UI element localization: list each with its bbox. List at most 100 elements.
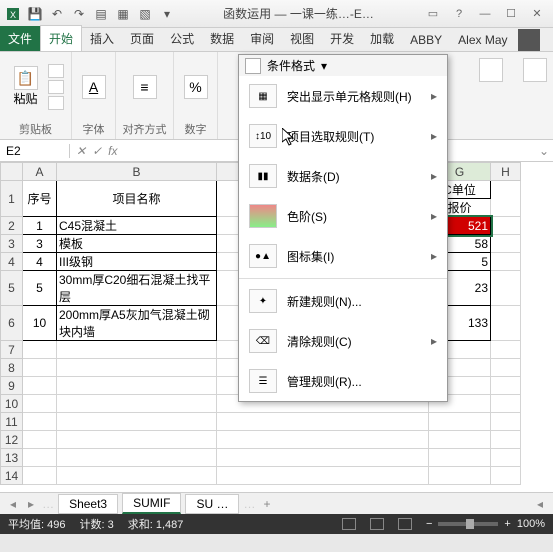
find-button[interactable]	[523, 58, 547, 82]
cell[interactable]	[23, 449, 57, 467]
row-header[interactable]: 3	[1, 235, 23, 253]
help-icon[interactable]: ?	[447, 5, 471, 23]
row-header[interactable]: 9	[1, 377, 23, 395]
cf-new-rule[interactable]: ✦ 新建规则(N)...	[239, 281, 447, 321]
cell[interactable]	[491, 449, 521, 467]
cell[interactable]	[217, 449, 429, 467]
sheet-tab[interactable]: Sheet3	[58, 494, 118, 514]
cell[interactable]	[217, 467, 429, 485]
cell[interactable]	[491, 253, 521, 271]
cell[interactable]	[429, 449, 491, 467]
cell[interactable]	[57, 467, 217, 485]
redo-icon[interactable]: ↷	[70, 5, 88, 23]
new-sheet-button[interactable]: +	[259, 497, 274, 511]
align-button[interactable]: ≡	[127, 75, 163, 99]
expand-formula-bar-icon[interactable]: ⌄	[539, 144, 549, 158]
cell[interactable]: 1	[23, 217, 57, 235]
cell[interactable]	[491, 431, 521, 449]
cell[interactable]	[57, 395, 217, 413]
enter-icon[interactable]: ✓	[92, 144, 102, 158]
cell[interactable]	[57, 341, 217, 359]
cell[interactable]	[217, 413, 429, 431]
cell[interactable]: C45混凝土	[57, 217, 217, 235]
cell[interactable]	[429, 413, 491, 431]
zoom-out-icon[interactable]: −	[426, 518, 432, 530]
tab-home[interactable]: 开始	[40, 25, 82, 51]
copy-icon[interactable]	[48, 80, 64, 94]
styles-button[interactable]	[479, 58, 503, 82]
cell[interactable]	[429, 467, 491, 485]
paste-button[interactable]: 📋 粘贴	[8, 66, 44, 107]
maximize-icon[interactable]: ☐	[499, 5, 523, 23]
tab-data[interactable]: 数据	[202, 26, 242, 51]
tab-formulas[interactable]: 公式	[162, 26, 202, 51]
cf-top-bottom-rules[interactable]: ↕10 项目选取规则(T) ▸	[239, 116, 447, 156]
cell[interactable]	[491, 467, 521, 485]
cell[interactable]	[23, 413, 57, 431]
col-header[interactable]: H	[491, 163, 521, 181]
cell[interactable]	[23, 377, 57, 395]
cell[interactable]	[57, 359, 217, 377]
qat-btn[interactable]: ▧	[136, 5, 154, 23]
cell[interactable]: 30mm厚C20细石混凝土找平层	[57, 271, 217, 306]
cf-highlight-rules[interactable]: ▦ 突出显示单元格规则(H) ▸	[239, 76, 447, 116]
number-button[interactable]: %	[178, 75, 214, 99]
excel-icon[interactable]: X	[4, 5, 22, 23]
sheet-tab[interactable]: SU …	[185, 494, 239, 514]
minimize-icon[interactable]: —	[473, 5, 497, 23]
zoom-slider[interactable]	[438, 522, 498, 526]
tab-insert[interactable]: 插入	[82, 26, 122, 51]
cell[interactable]	[491, 377, 521, 395]
fx-icon[interactable]: fx	[108, 144, 117, 158]
tab-nav-prev[interactable]: ◂	[6, 497, 20, 511]
cell[interactable]	[491, 413, 521, 431]
qat-btn[interactable]: ▦	[114, 5, 132, 23]
zoom-in-icon[interactable]: +	[504, 518, 510, 530]
normal-view-icon[interactable]	[342, 518, 356, 530]
cell[interactable]: 10	[23, 306, 57, 341]
save-icon[interactable]: 💾	[26, 5, 44, 23]
row-header[interactable]: 7	[1, 341, 23, 359]
cancel-icon[interactable]: ✕	[76, 144, 86, 158]
row-header[interactable]: 1	[1, 181, 23, 217]
row-header[interactable]: 10	[1, 395, 23, 413]
tab-page[interactable]: 页面	[122, 26, 162, 51]
row-header[interactable]: 2	[1, 217, 23, 235]
cell[interactable]: 模板	[57, 235, 217, 253]
cell[interactable]: 5	[23, 271, 57, 306]
sheet-tab[interactable]: SUMIF	[122, 493, 181, 514]
row-header[interactable]: 8	[1, 359, 23, 377]
cf-clear-rules[interactable]: ⌫ 清除规则(C) ▸	[239, 321, 447, 361]
cell[interactable]	[57, 413, 217, 431]
cell[interactable]: III级钢	[57, 253, 217, 271]
cut-icon[interactable]	[48, 64, 64, 78]
cell[interactable]	[491, 181, 521, 217]
page-break-view-icon[interactable]	[398, 518, 412, 530]
cell[interactable]	[57, 377, 217, 395]
ribbon-options-icon[interactable]: ▭	[421, 5, 445, 23]
row-header[interactable]: 4	[1, 253, 23, 271]
cell[interactable]: 项目名称	[57, 181, 217, 217]
tab-addins[interactable]: 加载	[362, 26, 402, 51]
cell[interactable]	[429, 431, 491, 449]
cf-color-scales[interactable]: 色阶(S) ▸	[239, 196, 447, 236]
cell[interactable]: 序号	[23, 181, 57, 217]
font-button[interactable]: A	[76, 75, 112, 99]
zoom-level[interactable]: 100%	[517, 518, 545, 530]
col-header[interactable]: B	[57, 163, 217, 181]
cell[interactable]	[23, 359, 57, 377]
cell[interactable]: 200mm厚A5灰加气混凝土砌块内墙	[57, 306, 217, 341]
tab-nav-next[interactable]: ▸	[24, 497, 38, 511]
format-painter-icon[interactable]	[48, 96, 64, 110]
row-header[interactable]: 13	[1, 449, 23, 467]
row-header[interactable]: 12	[1, 431, 23, 449]
page-layout-view-icon[interactable]	[370, 518, 384, 530]
tab-review[interactable]: 审阅	[242, 26, 282, 51]
cf-data-bars[interactable]: ▮▮ 数据条(D) ▸	[239, 156, 447, 196]
cell[interactable]	[491, 271, 521, 306]
qat-dropdown-icon[interactable]: ▾	[158, 5, 176, 23]
cell[interactable]	[491, 306, 521, 341]
avatar[interactable]	[518, 29, 540, 51]
cell[interactable]	[491, 235, 521, 253]
cell[interactable]	[23, 341, 57, 359]
